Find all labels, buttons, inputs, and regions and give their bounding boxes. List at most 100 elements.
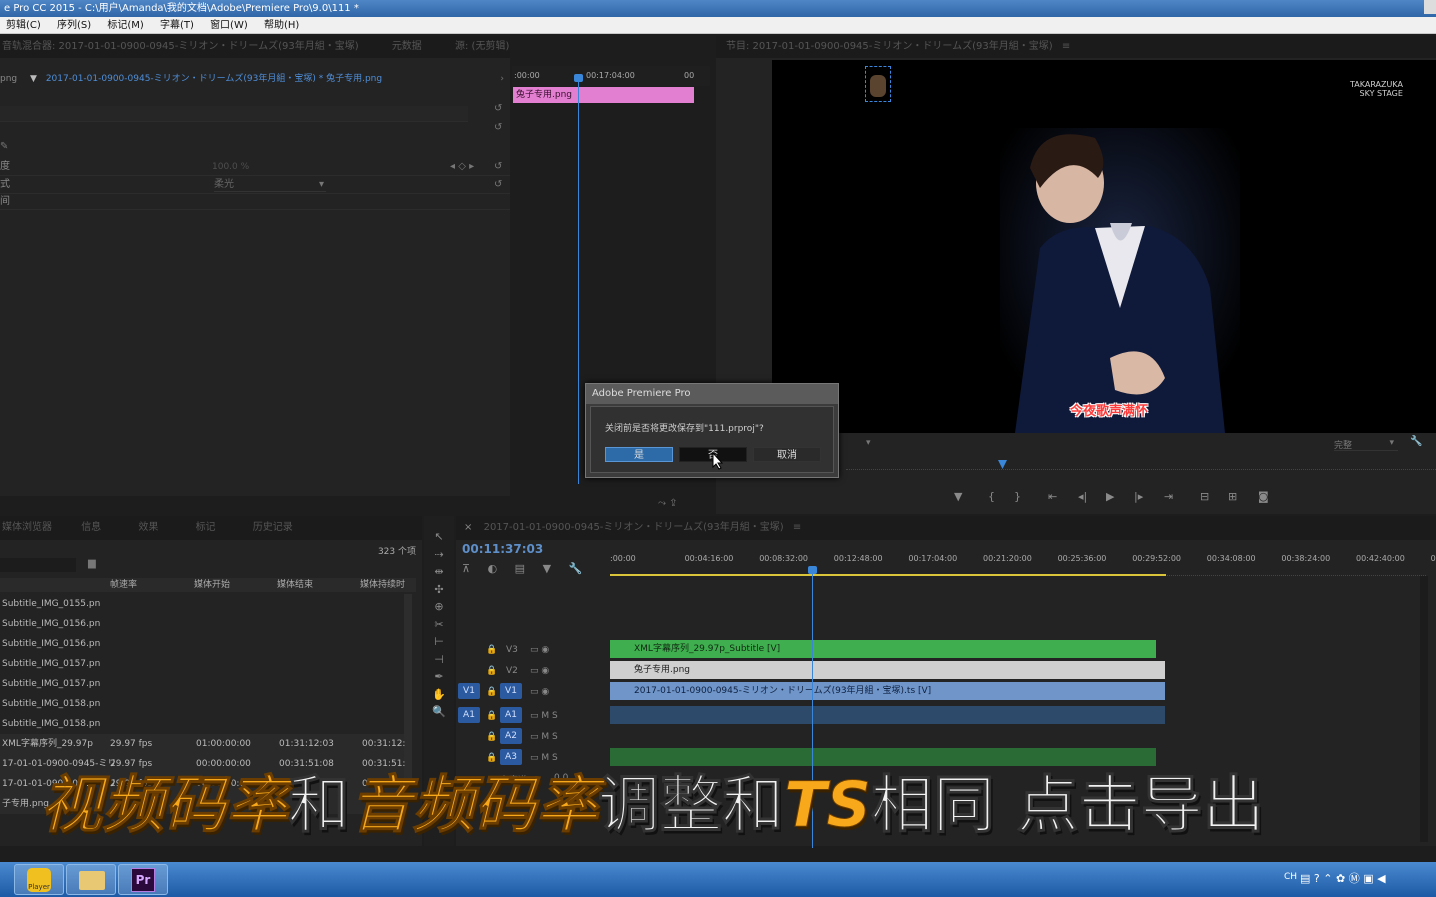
lock-icon[interactable]: 🔒 — [486, 645, 497, 655]
work-area-bar[interactable] — [610, 574, 1166, 576]
list-item[interactable]: XML字幕序列_29.97p 29.97 fps 01:00:00:00 01:31:… — [0, 734, 405, 754]
menu-window[interactable]: 窗口(W) — [210, 17, 255, 34]
track-v1-label[interactable]: V1 — [500, 683, 522, 699]
rolling-edit-tool-icon[interactable]: ✣ — [424, 581, 454, 599]
chevron-right-icon[interactable]: › — [500, 70, 504, 88]
tab-info[interactable]: 信息 — [81, 522, 101, 533]
playhead-line[interactable] — [578, 76, 579, 484]
list-item[interactable]: Subtitle_IMG_0158.pn — [0, 694, 404, 714]
ec-clip-bar[interactable]: 兔子专用.png — [513, 87, 694, 103]
media-tray-icon[interactable]: Ⓜ — [1349, 872, 1360, 885]
column-media-start[interactable]: 媒体开始 — [194, 578, 230, 592]
taskbar-explorer[interactable] — [66, 864, 116, 895]
lock-icon[interactable]: 🔒 — [486, 753, 497, 763]
slide-tool-icon[interactable]: ⊣ — [424, 651, 454, 669]
tab-audio-mixer[interactable]: 音轨混合器: 2017-01-01-0900-0945-ミリオン・ドリームズ(9… — [0, 41, 359, 52]
clip-v3-subtitle[interactable]: XML字幕序列_29.97p_Subtitle [V] — [610, 640, 1156, 658]
mute-solo-icon[interactable]: ▭ M S — [530, 753, 558, 763]
clip-v2-png[interactable]: 兔子专用.png — [610, 661, 1165, 679]
window-control-button[interactable] — [1424, 0, 1436, 14]
menu-sequence[interactable]: 序列(S) — [57, 17, 98, 34]
menu-icon[interactable]: ≡ — [1062, 41, 1070, 52]
close-icon[interactable]: × — [464, 522, 472, 533]
reset-icon[interactable]: ↺ — [494, 176, 502, 194]
list-item[interactable]: Subtitle_IMG_0157.pn — [0, 654, 404, 674]
zoom-tool-icon[interactable]: 🔍 — [424, 703, 454, 721]
add-marker-icon[interactable]: ▤ — [515, 562, 525, 575]
volume-icon[interactable]: ◀ — [1377, 872, 1385, 885]
pen-icon[interactable]: ✎ — [0, 141, 8, 152]
list-item[interactable]: Subtitle_IMG_0158.pn — [0, 714, 404, 734]
blend-mode-select[interactable]: 柔光 ▾ — [214, 178, 326, 192]
playhead-handle[interactable] — [574, 74, 583, 82]
eye-icon[interactable]: ▭ ◉ — [530, 687, 549, 697]
column-media-duration[interactable]: 媒体持续时 — [360, 578, 405, 592]
camera-icon[interactable]: ◙ — [1258, 490, 1269, 503]
list-item[interactable]: Subtitle_IMG_0157.pn — [0, 674, 404, 694]
lock-icon[interactable]: 🔒 — [486, 732, 497, 742]
pen-tool-icon[interactable]: ✒ — [424, 668, 454, 686]
yes-button[interactable]: 是 — [605, 447, 673, 462]
track-a3-label[interactable]: A3 — [500, 749, 522, 765]
track-a2-label[interactable]: A2 — [500, 728, 522, 744]
column-media-end[interactable]: 媒体结束 — [277, 578, 313, 592]
tab-media-browser[interactable]: 媒体浏览器 — [2, 522, 52, 533]
eye-icon[interactable]: ▭ ◉ — [530, 666, 549, 676]
wrench-icon[interactable]: 🔧 — [569, 562, 583, 575]
reset-icon[interactable]: ↺ — [494, 103, 502, 114]
track-a1-label[interactable]: A1 — [500, 707, 522, 723]
tab-effects[interactable]: 效果 — [138, 522, 158, 533]
play-icon[interactable]: ▶ — [1106, 490, 1114, 503]
language-indicator[interactable]: CH — [1284, 872, 1297, 882]
track-v3-label[interactable]: V3 — [506, 645, 518, 655]
razor-tool-icon[interactable]: ✂ — [424, 616, 454, 634]
timeline-scrollbar[interactable] — [1420, 576, 1428, 842]
menu-title[interactable]: 字幕(T) — [160, 17, 201, 34]
mark-out-icon[interactable]: } — [1014, 490, 1021, 503]
go-to-in-icon[interactable]: ⇤ — [1048, 490, 1057, 503]
tab-history[interactable]: 历史记录 — [253, 522, 293, 533]
menu-clip[interactable]: 剪辑(C) — [6, 17, 48, 34]
timeline-timecode[interactable]: 00:11:37:03 — [462, 542, 543, 556]
snap-icon[interactable]: ⊼ — [462, 562, 470, 575]
mute-solo-icon[interactable]: ▭ M S — [530, 732, 558, 742]
step-back-icon[interactable]: ◂| — [1078, 490, 1087, 503]
lock-icon[interactable]: 🔒 — [486, 666, 497, 676]
list-item[interactable]: Subtitle_IMG_0156.pn — [0, 614, 404, 634]
mark-in-icon[interactable]: { — [988, 490, 995, 503]
lock-icon[interactable]: 🔒 — [486, 711, 497, 721]
bounding-box[interactable] — [865, 66, 891, 102]
export-frame-icon[interactable]: ⤳ ⇪ — [658, 498, 678, 509]
mute-solo-icon[interactable]: ▭ M S — [530, 711, 558, 721]
network-icon[interactable]: ▣ — [1363, 872, 1373, 885]
extract-icon[interactable]: ⊞ — [1228, 490, 1237, 503]
source-a1-badge[interactable]: A1 — [458, 707, 480, 723]
wrench-icon[interactable]: 🔧 — [1410, 436, 1422, 447]
eye-icon[interactable]: ▭ ◉ — [530, 645, 549, 655]
rate-stretch-tool-icon[interactable]: ⊕ — [424, 598, 454, 616]
ec-time-ruler[interactable]: :00:00 00:17:04:00 00 — [512, 66, 710, 86]
list-item[interactable]: Subtitle_IMG_0156.pn — [0, 634, 404, 654]
marker-icon[interactable]: ▼ — [954, 490, 962, 503]
menu-help[interactable]: 帮助(H) — [264, 17, 306, 34]
lift-icon[interactable]: ⊟ — [1200, 490, 1209, 503]
slip-tool-icon[interactable]: ⊢ — [424, 633, 454, 651]
track-v2-label[interactable]: V2 — [506, 666, 518, 676]
help-icon[interactable]: ? — [1314, 872, 1320, 885]
source-v1-badge[interactable]: V1 — [458, 683, 480, 699]
marker-icon[interactable]: ▼ — [543, 562, 551, 575]
clip-a1-audio[interactable] — [610, 706, 1165, 724]
ripple-edit-tool-icon[interactable]: ⇹ — [424, 563, 454, 581]
column-frame-rate[interactable]: 帧速率 — [110, 578, 137, 592]
go-to-out-icon[interactable]: ⇥ — [1164, 490, 1173, 503]
project-search-input[interactable] — [0, 558, 76, 572]
menu-marker[interactable]: 标记(M) — [107, 17, 150, 34]
tab-markers[interactable]: 标记 — [196, 522, 216, 533]
reset-icon[interactable]: ↺ — [494, 158, 502, 176]
menu-icon[interactable]: ≡ — [793, 522, 801, 533]
keyframe-nav-icon[interactable]: ◂ ◇ ▸ — [450, 158, 474, 176]
program-time-ruler[interactable] — [846, 460, 1436, 470]
tray-arrow-icon[interactable]: ⌃ — [1323, 872, 1332, 885]
lock-icon[interactable]: 🔒 — [486, 687, 497, 697]
app-tray-icon[interactable]: ✿ — [1336, 872, 1345, 885]
